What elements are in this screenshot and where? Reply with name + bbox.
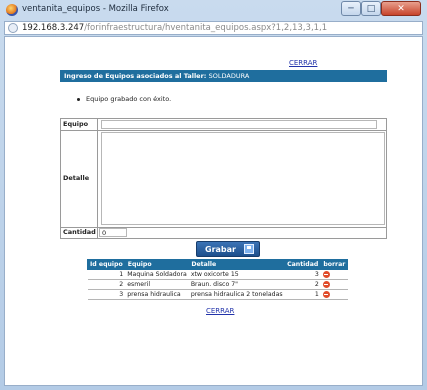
table-header-row: Id equipo Equipo Detalle Cantidad borrar (87, 259, 349, 270)
equipo-input[interactable] (101, 120, 377, 129)
minimize-button[interactable]: ─ (341, 1, 361, 16)
id-cell: 3 (87, 289, 126, 300)
detalle-textarea[interactable] (101, 132, 385, 225)
column-header: Id equipo (87, 259, 126, 270)
success-message-text: Equipo grabado con éxito. (86, 95, 172, 103)
column-header: borrar (320, 259, 349, 270)
delete-icon[interactable] (322, 270, 330, 278)
equipos-table: Id equipo Equipo Detalle Cantidad borrar… (87, 259, 349, 300)
equipo-cell: Maquina Soldadora (125, 269, 189, 280)
detalle-label: Detalle (61, 130, 98, 227)
cantidad-cell: 2 (284, 279, 321, 290)
browser-window: ventanita_equipos - Mozilla Firefox ─ □ … (0, 0, 427, 390)
cerrar-link-top[interactable]: CERRAR (289, 59, 317, 67)
success-message: Equipo grabado con éxito. (77, 95, 171, 103)
grabar-button[interactable]: Grabar (196, 241, 260, 257)
cantidad-input[interactable]: 0 (99, 228, 127, 237)
equipo-cell: prensa hidraulica (125, 289, 189, 300)
id-cell: 2 (87, 279, 126, 290)
title-bar: ventanita_equipos - Mozilla Firefox ─ □ … (0, 0, 427, 20)
equipo-label: Equipo (61, 119, 98, 130)
page-viewport: CERRAR Ingreso de Equipos asociados al T… (4, 36, 423, 386)
grabar-button-label: Grabar (205, 245, 236, 254)
equipo-form: Equipo Detalle Cantidad 0 (60, 118, 387, 239)
url-path: /forinfraestructura/hventanita_equipos.a… (84, 23, 328, 33)
delete-icon[interactable] (322, 280, 330, 288)
borrar-cell (320, 289, 348, 300)
table-row: 3 prensa hidraulica prensa hidraulica 2 … (87, 289, 348, 300)
detalle-cell: prensa hidraulica 2 toneladas (188, 289, 285, 300)
window-title: ventanita_equipos - Mozilla Firefox (22, 4, 169, 14)
url-text: 192.168.3.247/forinfraestructura/hventan… (22, 23, 327, 33)
column-header: Equipo (124, 259, 190, 270)
url-host: 192.168.3.247 (22, 23, 85, 33)
address-bar[interactable]: 192.168.3.247/forinfraestructura/hventan… (4, 21, 423, 35)
floppy-disk-icon (244, 244, 254, 254)
cantidad-label: Cantidad (61, 227, 98, 238)
detalle-cell: Braun. disco 7" (188, 279, 285, 290)
borrar-cell (320, 279, 348, 290)
cantidad-cell: 1 (284, 289, 321, 300)
site-identity-icon[interactable] (8, 23, 18, 33)
table-row: 1 Maquina Soldadora xtw oxicorte 15 3 (87, 269, 348, 280)
page-header: Ingreso de Equipos asociados al Taller: … (60, 70, 387, 82)
maximize-button[interactable]: □ (361, 1, 381, 16)
detalle-row: Detalle (61, 130, 386, 228)
header-label: Ingreso de Equipos asociados al Taller: (64, 72, 207, 80)
table-row: 2 esmeril Braun. disco 7" 2 (87, 279, 348, 290)
bullet-icon (77, 97, 80, 101)
taller-name: SOLDADURA (208, 72, 250, 80)
id-cell: 1 (87, 269, 126, 280)
cantidad-cell: 3 (284, 269, 321, 280)
close-window-button[interactable]: ✕ (381, 1, 421, 16)
delete-icon[interactable] (322, 290, 330, 298)
column-header: Cantidad (284, 259, 322, 270)
column-header: Detalle (188, 259, 286, 270)
detalle-cell: xtw oxicorte 15 (188, 269, 285, 280)
firefox-icon (6, 4, 18, 16)
equipo-cell: esmeril (125, 279, 189, 290)
borrar-cell (320, 269, 348, 280)
cerrar-link-bottom[interactable]: CERRAR (206, 307, 234, 315)
cantidad-row: Cantidad 0 (61, 227, 386, 238)
